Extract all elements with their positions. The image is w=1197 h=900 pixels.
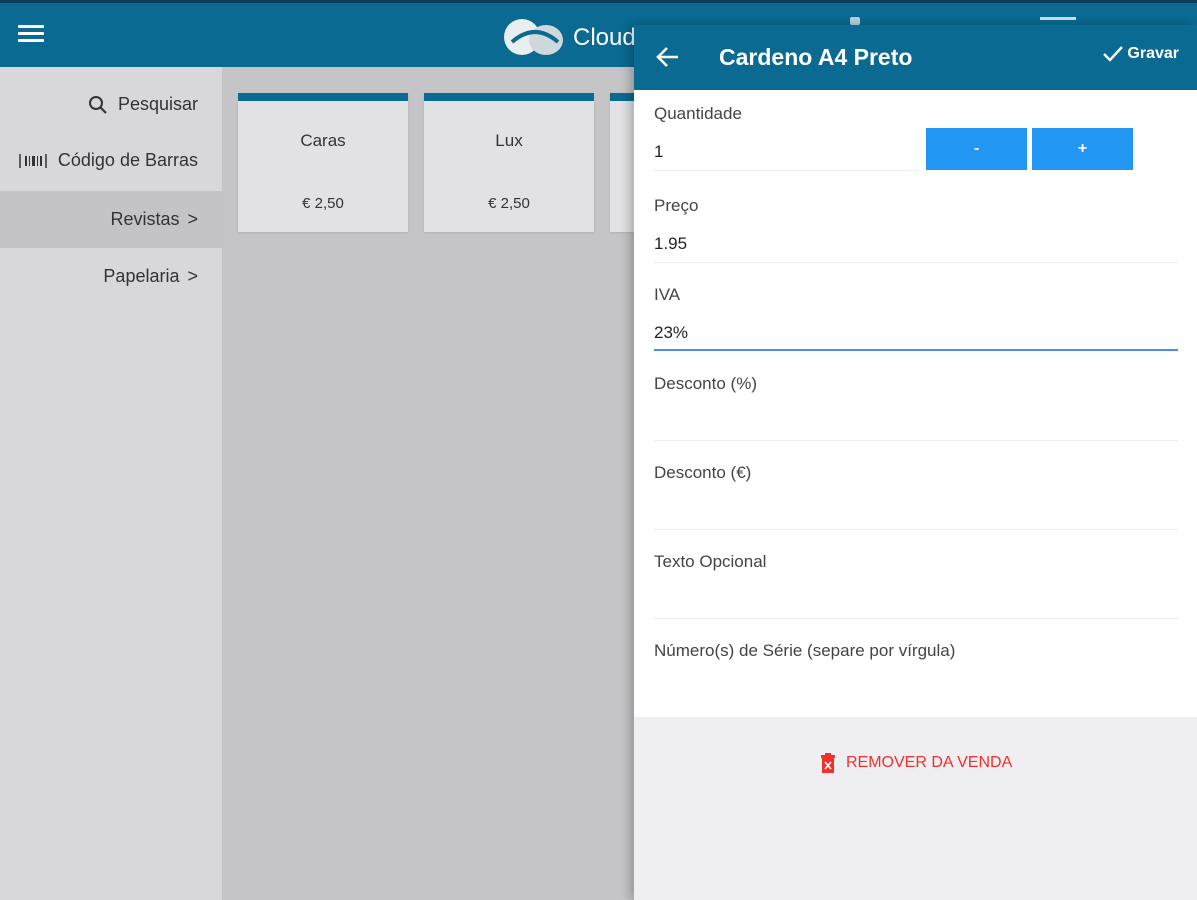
cloud-logo-icon [504, 19, 563, 55]
category-sidebar: Pesquisar Código de Barras Revistas > Pa… [0, 67, 222, 900]
quantity-input[interactable]: 1 [654, 142, 663, 162]
field-underline [654, 170, 919, 171]
sidebar-item-label: Revistas [110, 209, 180, 229]
product-price: € 2,50 [488, 195, 530, 212]
chevron-right-icon: > [187, 266, 198, 286]
hamburger-menu-icon[interactable] [18, 25, 44, 45]
field-underline [654, 529, 1178, 530]
sidebar-item-papelaria[interactable]: Papelaria > [0, 248, 222, 305]
discount-percent-field[interactable]: Desconto (%) [654, 374, 1178, 444]
sidebar-item-label: Papelaria [103, 266, 180, 286]
field-underline [654, 349, 1178, 351]
sidebar-item-label: Código de Barras [57, 150, 198, 170]
field-underline [654, 262, 1178, 263]
increase-quantity-button[interactable]: + [1032, 128, 1133, 170]
price-label: Preço [654, 196, 699, 215]
cart-icon[interactable] [1040, 17, 1076, 25]
save-button[interactable]: Gravar [1102, 45, 1179, 63]
price-input[interactable]: 1.95 [654, 234, 687, 254]
vat-label: IVA [654, 285, 681, 304]
trash-icon [821, 753, 835, 773]
serial-numbers-field[interactable]: Número(s) de Série (separe por vírgula) [654, 641, 1178, 711]
chevron-right-icon: > [187, 209, 198, 229]
panel-header: Cardeno A4 Preto Gravar [634, 25, 1197, 90]
product-name: Lux [495, 131, 523, 150]
product-card[interactable]: Caras € 2,50 [238, 93, 408, 232]
remove-label: REMOVER DA VENDA [846, 754, 1013, 771]
check-icon [1103, 46, 1124, 62]
serial-numbers-label: Número(s) de Série (separe por vírgula) [654, 641, 956, 660]
sidebar-item-barcode[interactable]: Código de Barras [0, 132, 222, 189]
product-price: € 2,50 [302, 195, 344, 212]
user-icon[interactable] [850, 17, 860, 25]
sidebar-item-revistas[interactable]: Revistas > [0, 191, 222, 248]
optional-text-field[interactable]: Texto Opcional [654, 552, 1178, 622]
decrease-quantity-button[interactable]: - [926, 128, 1027, 170]
vat-field[interactable]: IVA 23% [654, 285, 1178, 355]
barcode-icon [18, 151, 48, 171]
search-icon [88, 95, 108, 115]
discount-percent-label: Desconto (%) [654, 374, 757, 393]
panel-title: Cardeno A4 Preto [719, 44, 913, 70]
price-field[interactable]: Preço 1.95 [654, 196, 1178, 266]
discount-euro-field[interactable]: Desconto (€) [654, 463, 1178, 533]
vat-input[interactable]: 23% [654, 323, 688, 343]
optional-text-label: Texto Opcional [654, 552, 767, 571]
field-underline [654, 618, 1178, 619]
discount-euro-label: Desconto (€) [654, 463, 752, 482]
product-card[interactable]: Lux € 2,50 [424, 93, 594, 232]
back-arrow-icon[interactable] [654, 43, 682, 71]
remove-from-sale-button[interactable]: REMOVER DA VENDA [820, 753, 1012, 773]
quantity-label: Quantidade [654, 104, 742, 123]
app-name: Cloud [573, 24, 636, 51]
edit-item-panel: Cardeno A4 Preto Gravar Quantidade 1 - +… [634, 25, 1197, 900]
sidebar-item-search[interactable]: Pesquisar [0, 76, 222, 133]
panel-footer: REMOVER DA VENDA [634, 717, 1197, 900]
field-underline [654, 440, 1178, 441]
product-name: Caras [300, 131, 346, 150]
sidebar-item-label: Pesquisar [117, 94, 198, 114]
save-label: Gravar [1127, 45, 1179, 62]
